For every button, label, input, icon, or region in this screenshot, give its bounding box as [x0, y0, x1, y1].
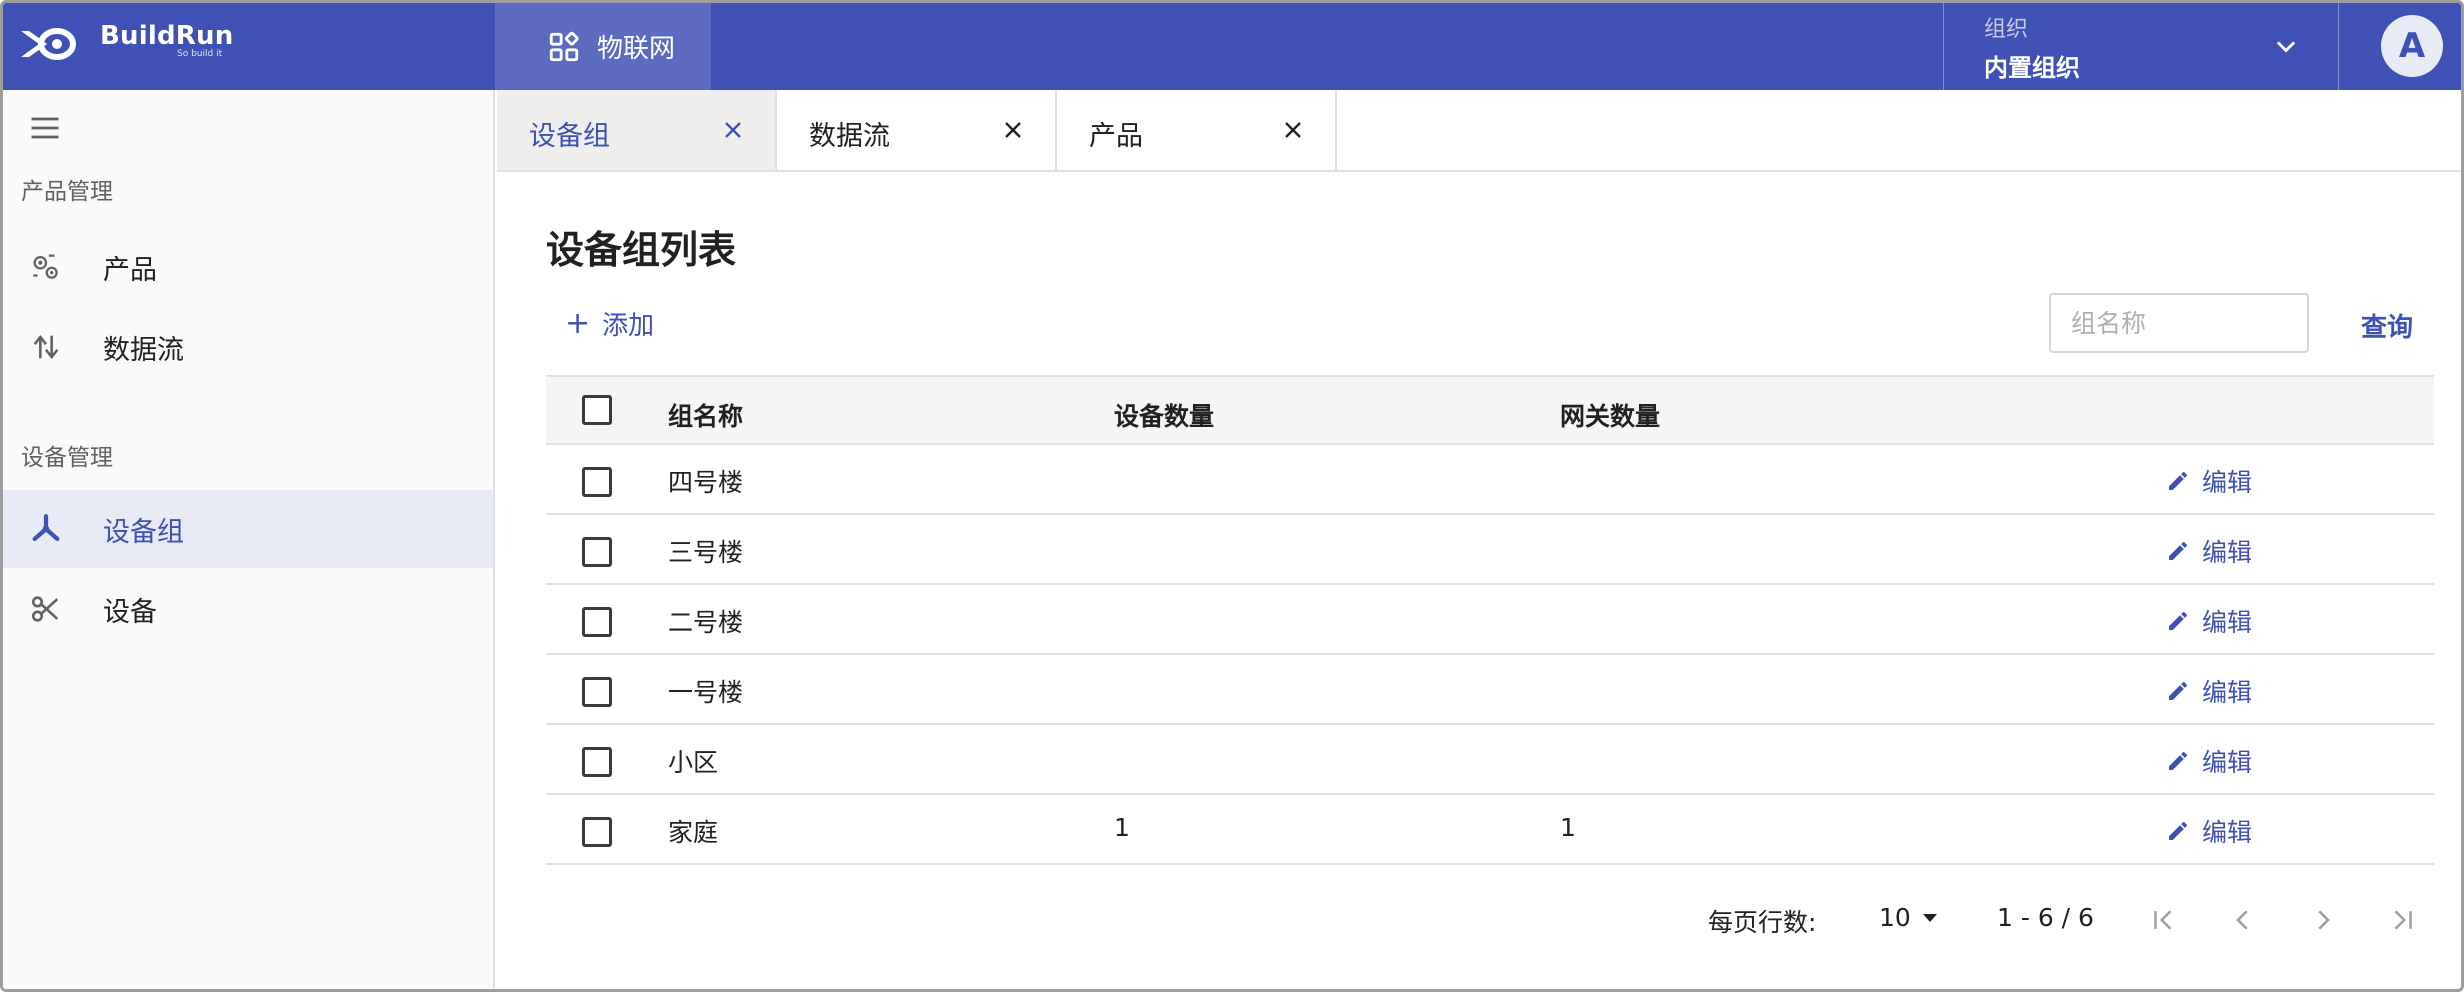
- app-window: BuildRun So build it 物联网 组织 内置组织 A 产品管理: [0, 0, 2464, 992]
- cell-name: 小区: [668, 748, 719, 777]
- group-name-search-input[interactable]: [2049, 293, 2309, 353]
- cell-name: 二号楼: [668, 608, 744, 637]
- top-bar: BuildRun So build it 物联网 组织 内置组织 A: [3, 3, 2461, 90]
- last-page-icon[interactable]: [2388, 905, 2418, 935]
- menu-icon[interactable]: [27, 110, 63, 146]
- pencil-icon: [2169, 751, 2188, 770]
- tab-device-group[interactable]: 设备组: [497, 90, 777, 170]
- add-button[interactable]: + 添加: [565, 305, 654, 342]
- column-header-gateway-count[interactable]: 网关数量: [1560, 397, 1660, 433]
- section-title-device: 设备管理: [21, 445, 113, 471]
- column-header-device-count[interactable]: 设备数量: [1114, 397, 1214, 433]
- table-row[interactable]: 三号楼 编辑: [546, 515, 2434, 585]
- select-all-checkbox[interactable]: [582, 395, 612, 425]
- edit-button[interactable]: 编辑: [2166, 463, 2252, 499]
- cell-gateway-count: 1: [1560, 813, 1576, 842]
- pencil-icon: [2169, 681, 2188, 700]
- table-row[interactable]: 四号楼 编辑: [546, 445, 2434, 515]
- row-checkbox[interactable]: [582, 607, 612, 637]
- row-checkbox[interactable]: [582, 817, 612, 847]
- pencil-icon: [2169, 471, 2188, 490]
- logo[interactable]: BuildRun So build it: [3, 3, 495, 90]
- brand-name: BuildRun: [100, 21, 234, 51]
- cell-name: 四号楼: [668, 468, 744, 497]
- edit-button[interactable]: 编辑: [2166, 813, 2252, 849]
- edit-label: 编辑: [2202, 608, 2253, 637]
- scissors-icon: [31, 596, 59, 622]
- pagination: 每页行数: 10 1 - 6 / 6: [3, 903, 2461, 943]
- row-checkbox[interactable]: [582, 677, 612, 707]
- table-row[interactable]: 小区 编辑: [546, 725, 2434, 795]
- tab-label: 数据流: [809, 121, 890, 152]
- brand-tagline: So build it: [177, 49, 223, 59]
- sidebar-item-label: 数据流: [103, 334, 184, 366]
- page-range: 1 - 6 / 6: [1997, 903, 2094, 932]
- cell-name: 家庭: [668, 818, 719, 847]
- edit-label: 编辑: [2202, 678, 2253, 707]
- cell-device-count: 1: [1114, 813, 1130, 842]
- close-icon[interactable]: [721, 118, 745, 142]
- add-button-label: 添加: [602, 311, 655, 341]
- close-icon[interactable]: [1281, 118, 1305, 142]
- pencil-icon: [2169, 541, 2188, 560]
- iot-app-tab[interactable]: 物联网: [495, 3, 711, 90]
- org-value: 内置组织: [1984, 54, 2080, 82]
- tab-product[interactable]: 产品: [1057, 90, 1337, 170]
- edit-label: 编辑: [2202, 818, 2253, 847]
- edit-label: 编辑: [2202, 748, 2253, 777]
- plus-icon: +: [565, 305, 591, 341]
- sidebar-item-device[interactable]: 设备: [3, 570, 493, 648]
- edit-label: 编辑: [2202, 468, 2253, 497]
- rows-per-page-select[interactable]: 10: [1879, 903, 1937, 932]
- org-selector[interactable]: 组织 内置组织: [1943, 3, 2339, 90]
- iot-app-tab-label: 物联网: [597, 34, 676, 64]
- edit-button[interactable]: 编辑: [2166, 603, 2252, 639]
- chevron-down-icon: [2276, 41, 2296, 53]
- avatar[interactable]: A: [2381, 15, 2443, 77]
- edit-button[interactable]: 编辑: [2166, 673, 2252, 709]
- rows-per-page-value: 10: [1879, 903, 1911, 932]
- cell-name: 一号楼: [668, 678, 744, 707]
- row-checkbox[interactable]: [582, 747, 612, 777]
- sidebar: 产品管理 产品 数据流 设备管理 设备组 设备: [3, 90, 495, 989]
- table-row[interactable]: 家庭 1 1 编辑: [546, 795, 2434, 865]
- edit-button[interactable]: 编辑: [2166, 533, 2252, 569]
- sidebar-item-label: 产品: [103, 254, 157, 286]
- row-checkbox[interactable]: [582, 467, 612, 497]
- close-icon[interactable]: [1001, 118, 1025, 142]
- row-checkbox[interactable]: [582, 537, 612, 567]
- caret-down-icon: [1922, 913, 1937, 922]
- cell-name: 三号楼: [668, 538, 744, 567]
- org-label: 组织: [1984, 17, 2029, 42]
- edit-label: 编辑: [2202, 538, 2253, 567]
- sidebar-item-dataflow[interactable]: 数据流: [3, 308, 493, 386]
- hub-icon: [32, 514, 60, 542]
- pencil-icon: [2169, 611, 2188, 630]
- sidebar-item-label: 设备: [103, 596, 157, 628]
- apps-icon: [549, 31, 579, 61]
- prev-page-icon[interactable]: [2228, 905, 2258, 935]
- sidebar-item-device-group[interactable]: 设备组: [3, 490, 493, 568]
- pencil-icon: [2169, 821, 2188, 840]
- sidebar-item-label: 设备组: [103, 516, 184, 548]
- sidebar-item-product[interactable]: 产品: [3, 228, 493, 306]
- edit-button[interactable]: 编辑: [2166, 743, 2252, 779]
- rows-per-page-label: 每页行数:: [1708, 908, 1817, 937]
- section-title-product: 产品管理: [21, 179, 113, 205]
- tab-label: 产品: [1089, 121, 1143, 152]
- page-title: 设备组列表: [546, 228, 737, 272]
- tab-dataflow[interactable]: 数据流: [777, 90, 1057, 170]
- tab-label: 设备组: [529, 121, 610, 152]
- next-page-icon[interactable]: [2308, 905, 2338, 935]
- table-row[interactable]: 二号楼 编辑: [546, 585, 2434, 655]
- table-row[interactable]: 一号楼 编辑: [546, 655, 2434, 725]
- first-page-icon[interactable]: [2148, 905, 2178, 935]
- query-button[interactable]: 查询: [2361, 307, 2413, 344]
- tab-bar: 设备组 数据流 产品: [497, 90, 2461, 172]
- gears-icon: [33, 254, 58, 279]
- table-header: 组名称 设备数量 网关数量: [546, 375, 2434, 445]
- column-header-name[interactable]: 组名称: [668, 397, 743, 433]
- swap-vertical-icon: [33, 335, 59, 359]
- buildrun-logo-icon: [21, 28, 76, 60]
